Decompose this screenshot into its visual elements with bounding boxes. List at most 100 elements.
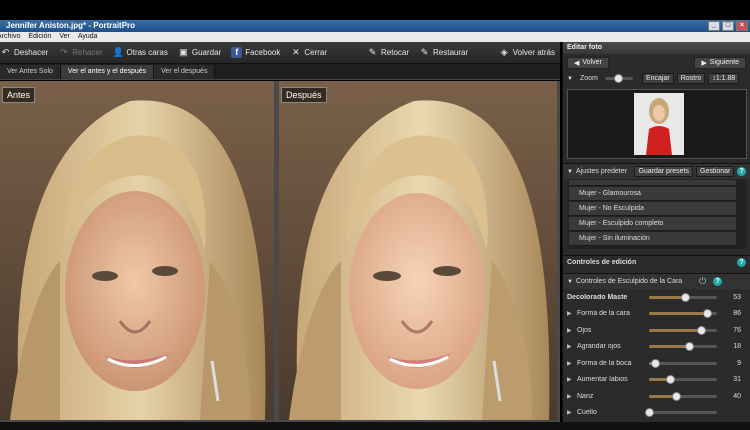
slider-knob[interactable] bbox=[696, 325, 706, 335]
menu-ver[interactable]: Ver bbox=[59, 32, 70, 42]
slider-knob[interactable] bbox=[651, 358, 661, 368]
reset-icon[interactable]: ⏻ bbox=[699, 276, 706, 287]
control-slider[interactable] bbox=[649, 325, 717, 335]
preset-item[interactable]: Mujer - Sin iluminación bbox=[569, 232, 736, 246]
control-slider[interactable] bbox=[649, 309, 717, 319]
control-slider[interactable] bbox=[649, 292, 717, 302]
save-button[interactable]: ▣ Guardar bbox=[173, 47, 226, 58]
minimize-button[interactable]: _ bbox=[708, 21, 720, 31]
slider-knob[interactable] bbox=[703, 309, 713, 319]
control-value: 31 bbox=[733, 376, 741, 384]
slider-knob[interactable] bbox=[672, 391, 682, 401]
before-photo[interactable]: Antes bbox=[0, 81, 274, 420]
zoom-knob[interactable] bbox=[613, 74, 623, 83]
preset-item[interactable]: Mujer - Glamourosa bbox=[569, 187, 736, 201]
close-button[interactable]: ✕ Cerrar bbox=[285, 47, 332, 58]
preset-item[interactable]: Mujer - Esculpido completo bbox=[569, 217, 736, 231]
navigator-thumbnail[interactable] bbox=[567, 89, 747, 159]
control-value: 9 bbox=[737, 359, 741, 367]
control-slider[interactable] bbox=[645, 408, 717, 418]
brush-icon: ✎ bbox=[368, 47, 377, 57]
zoom-ratio-field[interactable]: ↕1:1.88 bbox=[708, 73, 740, 84]
portrait-after-image bbox=[279, 81, 557, 420]
control-label: Forma de la boca bbox=[577, 359, 632, 367]
control-slider[interactable] bbox=[649, 391, 717, 401]
control-slider[interactable] bbox=[649, 342, 717, 352]
menu-bar: Archivo Edición Ver Ayuda bbox=[0, 32, 750, 42]
expand-icon[interactable]: ▶ bbox=[567, 310, 577, 317]
sculpt-collapse-icon[interactable]: ▼ bbox=[567, 279, 573, 285]
presets-header: ▼ Ajustes predeter Guardar presets Gesti… bbox=[563, 163, 750, 179]
window-title: Jennifer Aniston.jpg* - PortraitPro bbox=[6, 21, 136, 30]
control-row: ▶ Nariz 40 bbox=[563, 388, 750, 405]
slider-fill bbox=[649, 312, 708, 316]
expand-icon[interactable]: ▶ bbox=[567, 409, 577, 416]
zoom-slider[interactable] bbox=[604, 74, 633, 83]
menu-archivo[interactable]: Archivo bbox=[0, 32, 20, 42]
manage-presets-button[interactable]: Gestionar bbox=[696, 166, 735, 177]
close-window-button[interactable]: × bbox=[736, 21, 748, 31]
face-button[interactable]: Rostro bbox=[676, 73, 706, 84]
left-arrow-icon: ◀ bbox=[574, 60, 580, 67]
next-label: Siguiente bbox=[709, 59, 739, 66]
help-icon[interactable]: ? bbox=[737, 167, 746, 176]
expand-icon[interactable]: ▶ bbox=[567, 327, 577, 334]
control-row: Decolorado Maste 53 bbox=[563, 289, 750, 306]
other-faces-button[interactable]: 👤 Otras caras bbox=[108, 47, 173, 58]
menu-edicion[interactable]: Edición bbox=[28, 32, 51, 42]
undo-icon: ↶ bbox=[1, 47, 10, 57]
control-label: Nariz bbox=[577, 392, 594, 400]
edit-controls-title: Controles de edición bbox=[567, 259, 637, 266]
control-slider[interactable] bbox=[649, 375, 717, 385]
presets-title: Ajustes predeter bbox=[575, 168, 627, 175]
menu-ayuda[interactable]: Ayuda bbox=[78, 32, 98, 42]
redo-button[interactable]: ↷ Rehacer bbox=[53, 47, 107, 58]
expand-icon[interactable]: ▶ bbox=[567, 393, 577, 400]
close-icon: ✕ bbox=[292, 47, 300, 57]
help-icon[interactable]: ? bbox=[737, 258, 746, 267]
control-row: ▶ Forma de la boca 9 bbox=[563, 355, 750, 372]
undo-label: Deshacer bbox=[14, 48, 49, 57]
expand-icon[interactable]: ▶ bbox=[567, 343, 577, 350]
help-icon[interactable]: ? bbox=[713, 277, 723, 286]
photo-canvas: Antes Después bbox=[0, 81, 560, 422]
slider-knob[interactable] bbox=[685, 342, 695, 352]
back-button[interactable]: ◈ Volver atrás bbox=[494, 47, 560, 58]
slider-knob[interactable] bbox=[645, 408, 654, 418]
control-row: ▶ Cuello bbox=[563, 405, 750, 422]
tab-before-only[interactable]: Ver Antes Solo bbox=[0, 65, 61, 79]
control-row: ▶ Aumentar labios 31 bbox=[563, 372, 750, 389]
slider-knob[interactable] bbox=[666, 375, 676, 385]
prev-label: Volver bbox=[582, 59, 602, 66]
facebook-icon: f bbox=[231, 47, 243, 58]
presets-collapse-icon[interactable]: ▼ bbox=[567, 169, 573, 175]
fit-button[interactable]: Encajar bbox=[641, 73, 674, 84]
preset-partial-item[interactable] bbox=[569, 180, 736, 186]
maximize-button[interactable]: □ bbox=[722, 21, 734, 31]
restore-button[interactable]: ✎ Restaurar bbox=[414, 47, 473, 58]
prev-button[interactable]: ◀ Volver bbox=[567, 57, 609, 69]
control-label: Agrandar ojos bbox=[577, 343, 621, 351]
control-row: ▶ Forma de la cara 86 bbox=[563, 306, 750, 323]
tab-before-after[interactable]: Ver el antes y el después bbox=[60, 65, 155, 79]
zoom-collapse-icon[interactable]: ▼ bbox=[567, 76, 573, 82]
expand-icon[interactable]: ▶ bbox=[567, 360, 577, 367]
view-tabs: Ver Antes Solo Ver el antes y el después… bbox=[0, 64, 560, 80]
control-slider[interactable] bbox=[649, 358, 717, 368]
control-label: Forma de la cara bbox=[577, 310, 630, 318]
save-presets-button[interactable]: Guardar presets bbox=[634, 166, 694, 177]
next-button[interactable]: ▶ Siguiente bbox=[694, 57, 746, 69]
retouch-button[interactable]: ✎ Retocar bbox=[362, 47, 414, 58]
preset-item[interactable]: Mujer - No Esculpida bbox=[569, 202, 736, 216]
other-faces-label: Otras caras bbox=[126, 48, 168, 57]
restore-brush-icon: ✎ bbox=[420, 47, 429, 57]
expand-icon[interactable]: ▶ bbox=[567, 376, 577, 383]
slider-knob[interactable] bbox=[681, 292, 691, 302]
control-label: Decolorado Maste bbox=[567, 293, 628, 301]
undo-button[interactable]: ↶ Deshacer bbox=[0, 47, 53, 58]
sculpt-title: Controles de Esculpido de la Cara bbox=[575, 278, 683, 285]
facebook-button[interactable]: f Facebook bbox=[226, 47, 285, 58]
after-photo[interactable]: Después bbox=[279, 81, 557, 420]
tab-after-only[interactable]: Ver el después bbox=[154, 65, 216, 79]
restore-label: Restaurar bbox=[433, 48, 469, 57]
